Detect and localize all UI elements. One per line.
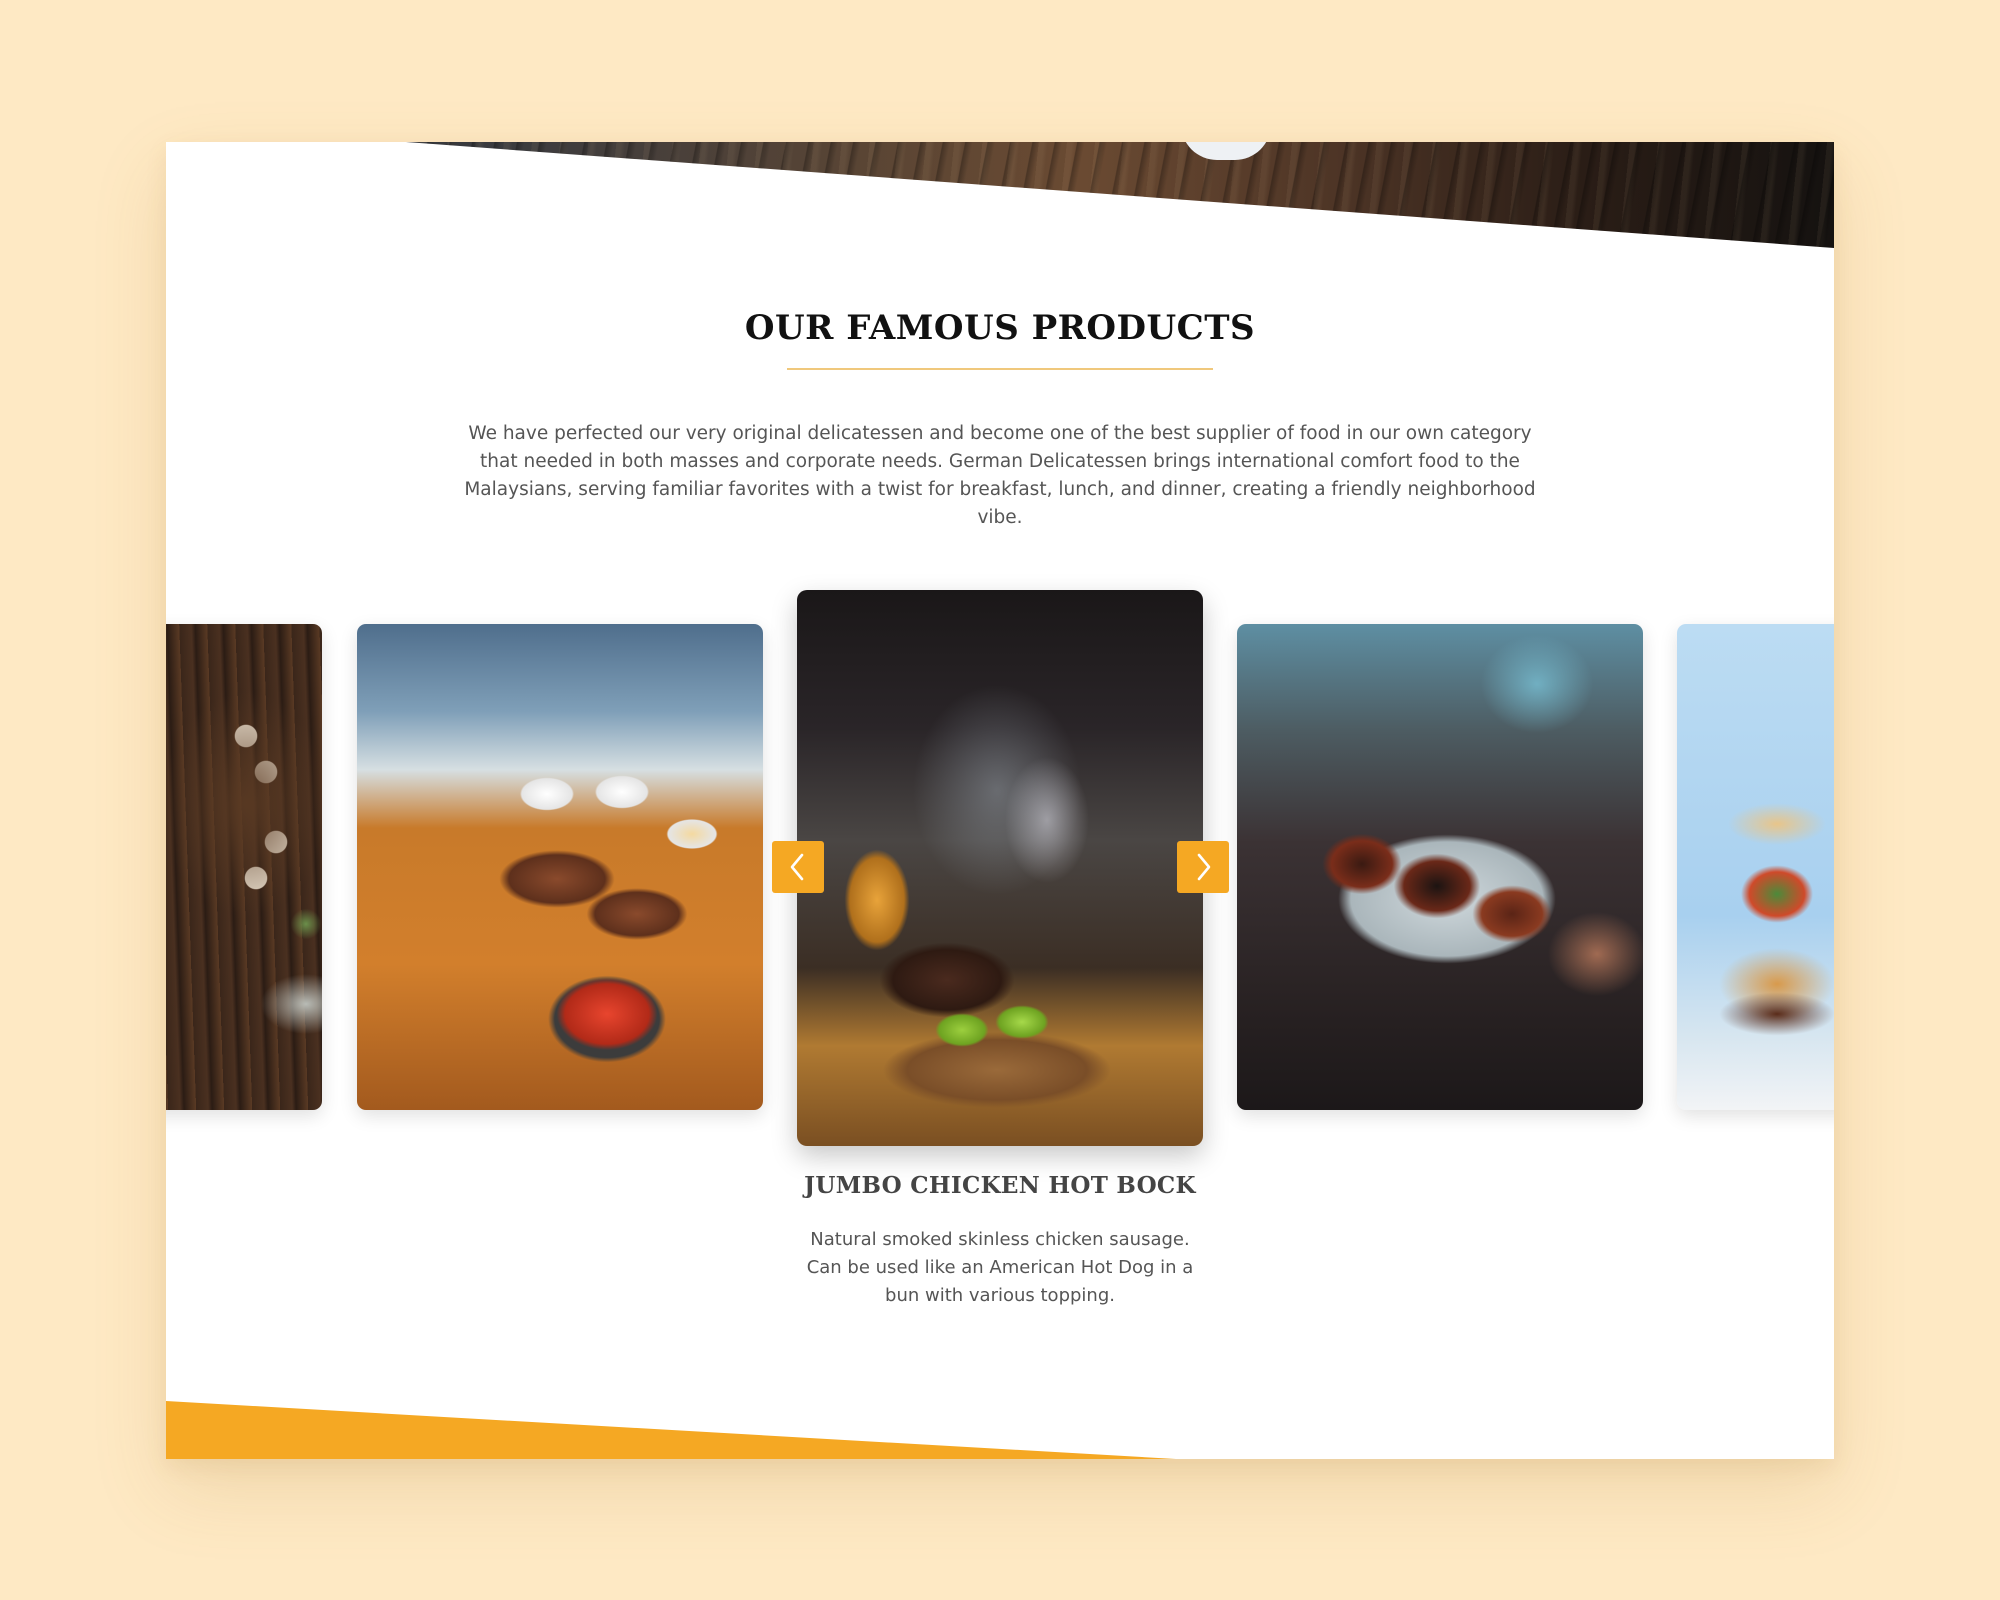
- product-image-grilled-chicken: [1237, 624, 1643, 1110]
- product-description: Natural smoked skinless chicken sausage.…: [806, 1229, 1194, 1306]
- product-title: JUMBO CHICKEN HOT BOCK: [804, 1172, 1196, 1199]
- product-card-far-right[interactable]: [1677, 624, 1834, 1110]
- chevron-right-icon: [1197, 853, 1211, 881]
- product-image-banana-bread: [166, 624, 322, 1110]
- bottom-accent-band: [166, 1401, 1176, 1459]
- product-card-left[interactable]: [357, 624, 763, 1110]
- product-card-right[interactable]: [1237, 624, 1643, 1110]
- section-intro: We have perfected our very original deli…: [464, 423, 1536, 528]
- page-frame: OUR FAMOUS PRODUCTS We have perfected ou…: [166, 142, 1834, 1459]
- heading-underline: [787, 368, 1213, 370]
- section-heading: OUR FAMOUS PRODUCTS: [744, 308, 1256, 348]
- carousel-next-button[interactable]: [1177, 841, 1229, 893]
- chevron-left-icon: [790, 853, 804, 881]
- product-card-active[interactable]: [797, 590, 1203, 1146]
- product-image-beef-cubes: [797, 590, 1203, 1146]
- carousel-prev-button[interactable]: [772, 841, 824, 893]
- product-image-grilled-steak: [357, 624, 763, 1110]
- product-image-burger: [1677, 624, 1834, 1110]
- top-banner-image: [406, 142, 1834, 248]
- product-card-far-left[interactable]: [166, 624, 322, 1110]
